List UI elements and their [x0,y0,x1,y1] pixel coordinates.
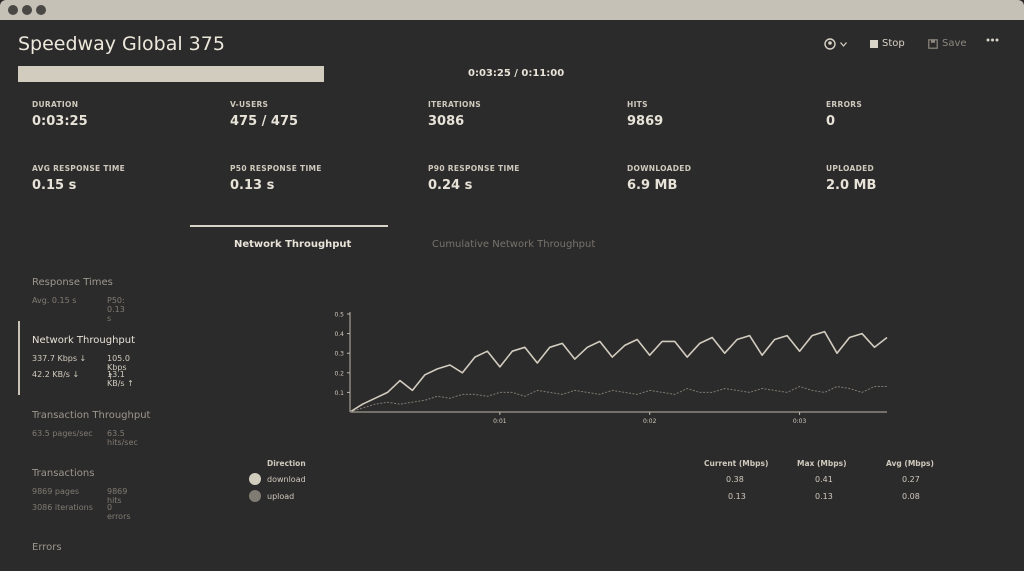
chevron-down-icon [840,41,847,47]
stop-label: Stop [882,38,905,49]
sidebar-metric: 337.7 Kbps ↓ [32,354,87,363]
legend-current-value: 0.13 [728,492,746,501]
sidebar-metric: Avg. 0.15 s [32,296,77,305]
legend-header-direction: Direction [267,459,306,468]
window-titlebar [0,0,1024,20]
legend-header-avg: Avg (Mbps) [886,459,934,468]
stat-label: P50 RESPONSE TIME [230,164,322,173]
stat-value: 6.9 MB [627,178,678,193]
sidebar-item-title: Response Times [32,277,113,288]
sidebar-item-title: Network Throughput [32,335,136,346]
legend-max-value: 0.13 [815,492,833,501]
stop-button[interactable]: Stop [870,38,905,49]
save-icon [928,38,938,49]
sidebar-item-title: Errors [32,542,62,553]
y-tick-label: 0.1 [334,390,344,397]
sidebar-metric: P50: 0.13 s [107,296,125,323]
stat-label: HITS [627,100,648,109]
stat-label: ITERATIONS [428,100,481,109]
sidebar-item-network-throughput[interactable]: Network Throughput 337.7 Kbps ↓ 105.0 Kb… [32,335,136,388]
stat-label: P90 RESPONSE TIME [428,164,520,173]
x-tick-label: 0:02 [643,418,657,425]
minimize-window-button[interactable] [22,5,32,15]
stat-value: 0.15 s [32,178,77,193]
stat-value: 2.0 MB [826,178,877,193]
close-window-button[interactable] [8,5,18,15]
sidebar-metric: 3086 iterations [32,503,93,512]
stat-value: 3086 [428,114,465,129]
legend-max-value: 0.41 [815,475,833,484]
stat-value: 9869 [627,114,664,129]
series-line-download [349,330,888,413]
sidebar-item-transaction-throughput[interactable]: Transaction Throughput 63.5 pages/sec 63… [32,410,151,447]
stat-p90-response: P90 RESPONSE TIME 0.24 s [428,164,520,193]
y-tick-label: 0.4 [334,331,344,338]
save-button[interactable]: Save [928,38,967,49]
save-label: Save [942,38,967,49]
stat-avg-response: AVG RESPONSE TIME 0.15 s [32,164,125,193]
stat-value: 0:03:25 [32,114,88,129]
stat-uploaded: UPLOADED 2.0 MB [826,164,876,193]
sidebar-metric: 9869 pages [32,487,80,496]
sidebar-item-transactions[interactable]: Transactions 9869 pages 9869 hits 3086 i… [32,468,131,521]
tab-network-throughput[interactable]: Network Throughput [234,239,351,250]
stat-duration: DURATION 0:03:25 [32,100,88,129]
sidebar-metric: 42.2 KB/s ↓ [32,370,80,379]
legend-header-current: Current (Mbps) [704,459,769,468]
stat-errors: ERRORS 0 [826,100,862,129]
ellipsis-icon [986,38,999,42]
series-line-upload [349,386,887,413]
stat-label: AVG RESPONSE TIME [32,164,126,173]
stat-vusers: V-USERS 475 / 475 [230,100,298,129]
legend-current-value: 0.38 [726,475,744,484]
stat-hits: HITS 9869 [627,100,663,129]
legend-series-name: download [267,475,306,484]
sidebar-item-errors[interactable]: Errors [32,542,62,553]
sidebar-metric: 0 errors [107,503,131,521]
stat-label: DURATION [32,100,79,109]
more-menu-button[interactable] [986,38,999,42]
stat-label: V-USERS [230,100,269,109]
x-tick-label: 0:03 [793,418,807,425]
stop-icon [870,39,878,48]
stat-value: 0.24 s [428,178,473,193]
user-menu-button[interactable] [824,38,847,50]
tab-cumulative-network-throughput[interactable]: Cumulative Network Throughput [432,239,595,250]
stat-value: 0.13 s [230,178,275,193]
y-tick-label: 0.5 [334,312,344,319]
x-tick-label: 0:01 [493,418,507,425]
stat-label: ERRORS [826,100,863,109]
elapsed-time: 0:03:25 / 0:11:00 [468,68,565,79]
maximize-window-button[interactable] [36,5,46,15]
sidebar-item-response-times[interactable]: Response Times Avg. 0.15 s P50: 0.13 s [32,277,125,323]
y-tick-label: 0.3 [334,351,344,358]
stat-label: UPLOADED [826,164,875,173]
sidebar-metric: 63.5 pages/sec [32,429,93,438]
stat-value: 475 / 475 [230,114,299,129]
legend-avg-value: 0.08 [902,492,920,501]
network-throughput-chart: 0.1 0.2 0.3 0.4 0.5 0:01 0:02 0:03 [334,312,888,425]
upload-series-swatch [249,490,261,502]
download-series-swatch [249,473,261,485]
sidebar-metric: 13.1 KB/s ↑ [107,370,134,388]
legend-avg-value: 0.27 [902,475,920,484]
legend-header-max: Max (Mbps) [797,459,847,468]
progress-fill [18,66,324,82]
active-tab-indicator [190,225,388,227]
stat-downloaded: DOWNLOADED 6.9 MB [627,164,691,193]
y-tick-label: 0.2 [334,370,344,377]
legend-series-name: upload [267,492,295,501]
sidebar-item-title: Transaction Throughput [32,410,151,421]
stat-label: DOWNLOADED [627,164,692,173]
sidebar-active-indicator [18,321,20,395]
sidebar-metric: 63.5 hits/sec [107,429,138,447]
stat-iterations: ITERATIONS 3086 [428,100,481,129]
user-icon [824,38,836,50]
page-title: Speedway Global 375 [18,33,225,55]
stat-p50-response: P50 RESPONSE TIME 0.13 s [230,164,322,193]
stat-value: 0 [826,114,836,129]
sidebar-item-title: Transactions [32,468,95,479]
